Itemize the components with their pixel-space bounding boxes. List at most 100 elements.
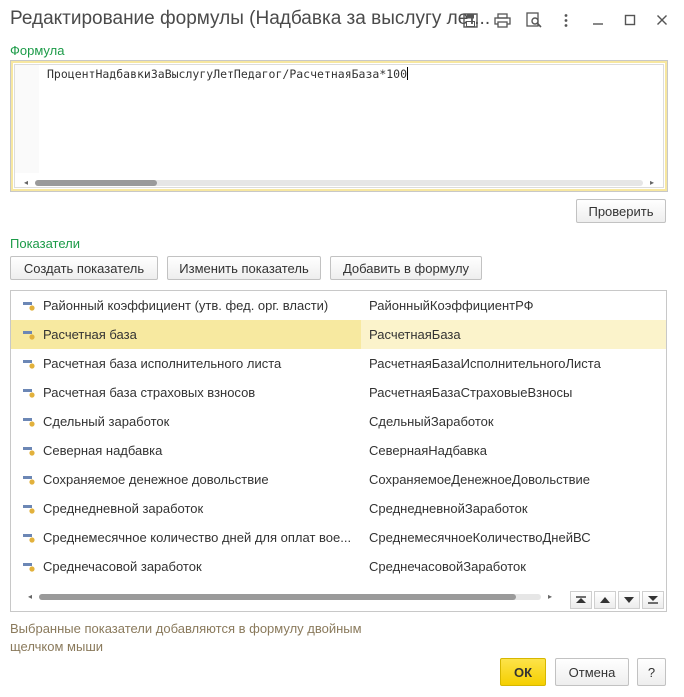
list-item[interactable]: Сохраняемое денежное довольствие Сохраняе… <box>11 465 666 494</box>
indicator-id: СреднемесячноеКоличествоДнейВС <box>369 530 591 545</box>
indicators-label: Показатели <box>10 236 80 251</box>
indicator-icon <box>23 418 35 427</box>
list-horizontal-scrollbar[interactable]: ◂ ▸ <box>25 591 555 603</box>
close-icon[interactable] <box>648 9 676 31</box>
scroll-track[interactable] <box>39 594 541 600</box>
check-button[interactable]: Проверить <box>576 199 666 223</box>
cancel-button[interactable]: Отмена <box>555 658 629 686</box>
indicator-id: СевернаяНадбавка <box>369 443 487 458</box>
formula-text: ПроцентНадбавкиЗаВыслугуЛетПедагог/Расче… <box>47 67 408 81</box>
save-icon[interactable] <box>456 9 484 31</box>
indicator-icon <box>23 447 35 456</box>
move-last-icon[interactable] <box>642 591 664 609</box>
indicator-name: Расчетная база <box>43 327 137 342</box>
indicator-name: Среднедневной заработок <box>43 501 204 516</box>
list-item[interactable]: Среднедневной заработок СреднедневнойЗара… <box>11 494 666 523</box>
title-bar: Редактирование формулы (Надбавка за высл… <box>0 0 684 40</box>
indicator-name-cell: Расчетная база исполнительного листа <box>11 349 361 378</box>
indicator-id: СдельныйЗаработок <box>369 414 494 429</box>
indicator-name-cell: Северная надбавка <box>11 436 361 465</box>
scroll-thumb[interactable] <box>39 594 516 600</box>
indicator-id: РайонныйКоэффициентРФ <box>369 298 534 313</box>
ok-button[interactable]: ОК <box>500 658 546 686</box>
window-title: Редактирование формулы (Надбавка за высл… <box>10 8 490 29</box>
hint-text: Выбранные показатели добавляются в форму… <box>10 621 362 654</box>
formula-editor[interactable]: ПроцентНадбавкиЗаВыслугуЛетПедагог/Расче… <box>10 60 668 192</box>
formula-text-line[interactable]: ПроцентНадбавкиЗаВыслугуЛетПедагог/Расче… <box>47 67 409 81</box>
minimize-icon[interactable] <box>584 9 612 31</box>
maximize-icon[interactable] <box>616 9 644 31</box>
list-navigation <box>570 591 664 609</box>
indicator-name: Среднечасовой заработок <box>43 559 202 574</box>
indicator-name-cell: Среднедневной заработок <box>11 494 361 523</box>
indicator-name-cell: Районный коэффициент (утв. фед. орг. вла… <box>11 291 361 320</box>
indicator-icon <box>23 389 35 398</box>
scroll-left-icon[interactable]: ◂ <box>21 177 31 189</box>
indicator-icon <box>23 563 35 572</box>
edit-indicator-button[interactable]: Изменить показатель <box>167 256 321 280</box>
text-caret <box>407 67 409 80</box>
scroll-track[interactable] <box>35 180 643 186</box>
formula-gutter <box>15 65 39 173</box>
scroll-thumb[interactable] <box>35 180 157 186</box>
indicator-name-cell: Расчетная база страховых взносов <box>11 378 361 407</box>
list-item[interactable]: Сдельный заработок СдельныйЗаработок <box>11 407 666 436</box>
more-icon[interactable] <box>552 9 580 31</box>
indicator-icon <box>23 476 35 485</box>
indicator-id: РасчетнаяБазаСтраховыеВзносы <box>369 385 573 400</box>
indicator-icon <box>23 331 35 340</box>
move-down-icon[interactable] <box>618 591 640 609</box>
indicator-id: РасчетнаяБаза <box>369 327 461 342</box>
indicator-id: СохраняемоеДенежноеДовольствие <box>369 472 591 487</box>
preview-icon[interactable] <box>520 9 548 31</box>
indicator-id-cell: РайонныйКоэффициентРФ <box>361 291 666 320</box>
indicator-name: Северная надбавка <box>43 443 163 458</box>
indicator-id-cell: РасчетнаяБазаИсполнительногоЛиста <box>361 349 666 378</box>
indicator-id-cell: СреднедневнойЗаработок <box>361 494 666 523</box>
scroll-left-icon[interactable]: ◂ <box>25 591 35 603</box>
indicator-name: Районный коэффициент (утв. фед. орг. вла… <box>43 298 329 313</box>
indicator-id-cell: РасчетнаяБаза <box>361 320 666 349</box>
help-button[interactable]: ? <box>637 658 666 686</box>
add-to-formula-button[interactable]: Добавить в формулу <box>330 256 482 280</box>
list-item[interactable]: Районный коэффициент (утв. фед. орг. вла… <box>11 291 666 320</box>
list-item[interactable]: Северная надбавка СевернаяНадбавка <box>11 436 666 465</box>
indicator-id-cell: РасчетнаяБазаСтраховыеВзносы <box>361 378 666 407</box>
indicator-name-cell: Сохраняемое денежное довольствие <box>11 465 361 494</box>
indicator-icon <box>23 302 35 311</box>
indicator-id-cell: СреднечасовойЗаработок <box>361 552 666 581</box>
indicator-name-cell: Среднечасовой заработок <box>11 552 361 581</box>
indicator-name: Расчетная база исполнительного листа <box>43 356 282 371</box>
indicator-id-cell: СевернаяНадбавка <box>361 436 666 465</box>
scroll-right-icon[interactable]: ▸ <box>545 591 555 603</box>
title-bar-icons <box>456 9 676 31</box>
indicator-name: Сдельный заработок <box>43 414 170 429</box>
list-item[interactable]: Расчетная база страховых взносов Расчетна… <box>11 378 666 407</box>
create-indicator-button[interactable]: Создать показатель <box>10 256 158 280</box>
indicator-id-cell: СохраняемоеДенежноеДовольствие <box>361 465 666 494</box>
indicator-icon <box>23 360 35 369</box>
indicator-name-cell: Сдельный заработок <box>11 407 361 436</box>
list-item[interactable]: Среднечасовой заработок СреднечасовойЗара… <box>11 552 666 581</box>
indicators-list[interactable]: Районный коэффициент (утв. фед. орг. вла… <box>10 290 667 612</box>
indicator-id: РасчетнаяБазаИсполнительногоЛиста <box>369 356 601 371</box>
formula-label: Формула <box>10 43 65 58</box>
indicator-name-cell: Расчетная база <box>11 320 361 349</box>
formula-text-area[interactable]: ПроцентНадбавкиЗаВыслугуЛетПедагог/Расче… <box>14 64 664 188</box>
indicator-id: СреднечасовойЗаработок <box>369 559 526 574</box>
indicator-name: Расчетная база страховых взносов <box>43 385 256 400</box>
indicator-icon <box>23 534 35 543</box>
formula-horizontal-scrollbar[interactable]: ◂ ▸ <box>21 177 657 189</box>
move-first-icon[interactable] <box>570 591 592 609</box>
indicator-id: СреднедневнойЗаработок <box>369 501 528 516</box>
indicator-name-cell: Среднемесячное количество дней для оплат… <box>11 523 361 552</box>
indicator-id-cell: СреднемесячноеКоличествоДнейВС <box>361 523 666 552</box>
indicator-name: Сохраняемое денежное довольствие <box>43 472 269 487</box>
list-item[interactable]: Расчетная база исполнительного листа Расч… <box>11 349 666 378</box>
move-up-icon[interactable] <box>594 591 616 609</box>
print-icon[interactable] <box>488 9 516 31</box>
scroll-right-icon[interactable]: ▸ <box>647 177 657 189</box>
list-item[interactable]: Среднемесячное количество дней для оплат… <box>11 523 666 552</box>
list-item[interactable]: Расчетная база РасчетнаяБаза <box>11 320 666 349</box>
indicator-name: Среднемесячное количество дней для оплат… <box>43 530 352 545</box>
